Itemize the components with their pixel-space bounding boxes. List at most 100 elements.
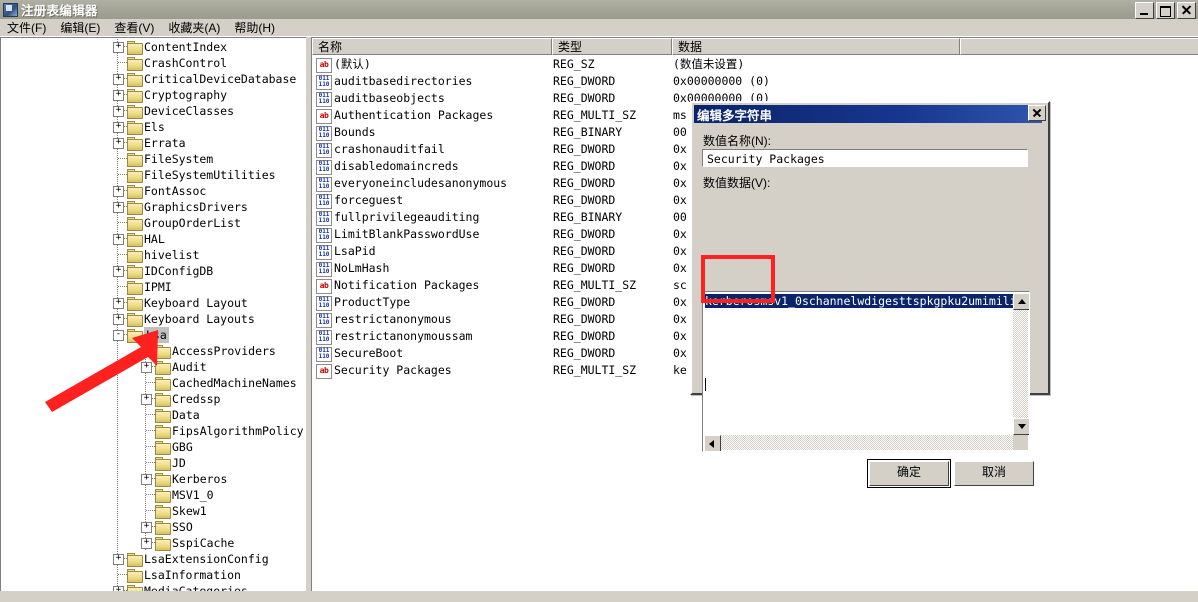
tree-expand-icon[interactable]: + bbox=[141, 474, 152, 485]
tree-node[interactable]: + SspiCache bbox=[1, 535, 291, 551]
textarea-vertical-scrollbar[interactable] bbox=[1013, 293, 1029, 435]
textarea-horizontal-scrollbar[interactable] bbox=[704, 435, 1013, 451]
maximize-button[interactable] bbox=[1156, 2, 1175, 19]
tree-expand-icon[interactable]: + bbox=[113, 42, 124, 53]
tree-node[interactable]: + Keyboard Layouts bbox=[1, 311, 291, 327]
tree-expand-icon[interactable]: + bbox=[113, 234, 124, 245]
value-type-cell: REG_MULTI_SZ bbox=[553, 278, 637, 292]
tree-node[interactable]: + Cryptography bbox=[1, 87, 291, 103]
tree-node[interactable]: + SSO bbox=[1, 519, 291, 535]
tree-node[interactable]: Skew1 bbox=[1, 503, 291, 519]
tree-node[interactable]: + CriticalDeviceDatabase bbox=[1, 71, 296, 87]
minimize-button[interactable] bbox=[1135, 2, 1154, 19]
tree-node-label: Audit bbox=[172, 360, 207, 374]
tree-node[interactable]: + Audit bbox=[1, 359, 291, 375]
textarea-vscroll-track[interactable] bbox=[1013, 308, 1028, 420]
registry-editor-icon bbox=[2, 2, 18, 17]
value-data-textarea[interactable]: kerberosmsv1_0schannelwdigesttspkgpku2um… bbox=[702, 291, 1030, 452]
tree-guide-line bbox=[146, 430, 155, 431]
cancel-button[interactable]: 取消 bbox=[954, 461, 1034, 486]
tree-node[interactable]: + FontAssoc bbox=[1, 183, 291, 199]
tree-expand-icon[interactable]: + bbox=[113, 186, 124, 197]
tree-expand-icon[interactable]: + bbox=[113, 314, 124, 325]
dialog-close-icon[interactable] bbox=[1028, 105, 1046, 121]
textarea-scroll-up-button[interactable] bbox=[1013, 293, 1029, 310]
tree-node[interactable]: + IDConfigDB bbox=[1, 263, 291, 279]
value-data-line: wdigest bbox=[857, 294, 906, 308]
tree-node[interactable]: JD bbox=[1, 455, 291, 471]
tree-node[interactable]: hivelist bbox=[1, 247, 291, 263]
tree-guide-line bbox=[117, 423, 118, 439]
string-value-icon: ab bbox=[316, 109, 332, 124]
tree-node[interactable]: CrashControl bbox=[1, 55, 291, 71]
tree-node[interactable]: FileSystem bbox=[1, 151, 291, 167]
column-header[interactable]: 名称 bbox=[312, 38, 552, 55]
tree-node[interactable]: - Lsa bbox=[1, 327, 291, 343]
value-data-line bbox=[705, 308, 1024, 322]
tree-guide-line bbox=[146, 494, 155, 495]
dword-value-icon: 011 110 bbox=[316, 126, 332, 141]
tree-guide-line bbox=[117, 455, 118, 471]
tree-node[interactable]: IPMI bbox=[1, 279, 291, 295]
value-data-line: msv1_0 bbox=[760, 294, 802, 308]
menu-view[interactable]: 查看(V) bbox=[107, 18, 161, 38]
textarea-scroll-left-button[interactable] bbox=[704, 435, 721, 451]
ok-button[interactable]: 确定 bbox=[867, 459, 951, 488]
tree-expand-icon[interactable]: + bbox=[113, 122, 124, 133]
tree-expand-icon[interactable]: + bbox=[141, 522, 152, 533]
tree-expand-icon[interactable]: + bbox=[113, 106, 124, 117]
tree-node[interactable]: GroupOrderList bbox=[1, 215, 291, 231]
tree-node-label: Credssp bbox=[172, 392, 221, 406]
registry-tree-pane[interactable]: + ContentIndex CrashControl + CriticalDevice… bbox=[0, 37, 308, 593]
tree-node[interactable]: + Credssp bbox=[1, 391, 291, 407]
tree-node[interactable]: + Els bbox=[1, 119, 291, 135]
menu-edit[interactable]: 编辑(E) bbox=[53, 18, 107, 38]
tree-node[interactable]: + ContentIndex bbox=[1, 39, 291, 55]
tree-node[interactable]: + HAL bbox=[1, 231, 291, 247]
close-icon[interactable] bbox=[1177, 2, 1196, 19]
textarea-scroll-down-button[interactable] bbox=[1013, 418, 1029, 435]
tree-expand-icon[interactable]: + bbox=[113, 74, 124, 85]
value-type-cell: REG_BINARY bbox=[553, 210, 623, 224]
tree-expand-icon[interactable]: + bbox=[113, 266, 124, 277]
table-row[interactable]: 011 110 auditbasedirectories REG_DWORD 0x000… bbox=[312, 73, 1198, 90]
table-row[interactable]: ab (默认) REG_SZ (数值未设置) bbox=[312, 56, 1198, 73]
tree-expand-icon[interactable]: + bbox=[113, 554, 124, 565]
menu-help[interactable]: 帮助(H) bbox=[227, 18, 282, 38]
tree-node[interactable]: + Keyboard Layout bbox=[1, 295, 291, 311]
value-data-cell: 0x bbox=[673, 312, 687, 326]
tree-expand-icon[interactable]: + bbox=[141, 538, 152, 549]
tree-node[interactable]: CachedMachineNames bbox=[1, 375, 297, 391]
tree-expand-icon[interactable]: + bbox=[113, 90, 124, 101]
value-name-cell: Bounds bbox=[334, 125, 376, 139]
folder-icon bbox=[155, 441, 171, 455]
tree-node[interactable]: Data bbox=[1, 407, 291, 423]
textarea-hscroll-track[interactable] bbox=[719, 435, 1013, 450]
tree-node[interactable]: MSV1_0 bbox=[1, 487, 291, 503]
tree-expand-icon[interactable]: + bbox=[141, 394, 152, 405]
tree-expand-icon[interactable]: + bbox=[113, 138, 124, 149]
menu-file[interactable]: 文件(F) bbox=[0, 18, 53, 38]
tree-node[interactable]: + Errata bbox=[1, 135, 291, 151]
tree-expand-icon[interactable]: + bbox=[113, 202, 124, 213]
tree-expand-icon[interactable]: + bbox=[141, 362, 152, 373]
tree-node[interactable]: + DeviceClasses bbox=[1, 103, 291, 119]
statusbar bbox=[0, 591, 1198, 602]
tree-node[interactable]: AccessProviders bbox=[1, 343, 291, 359]
tree-node[interactable]: + Kerberos bbox=[1, 471, 291, 487]
value-data-cell: 0x bbox=[673, 346, 687, 360]
value-name-input[interactable]: Security Packages bbox=[702, 149, 1028, 167]
tree-node[interactable]: FipsAlgorithmPolicy bbox=[1, 423, 304, 439]
tree-expand-icon[interactable]: + bbox=[113, 298, 124, 309]
tree-node[interactable]: + GraphicsDrivers bbox=[1, 199, 291, 215]
tree-guide-line bbox=[145, 343, 146, 359]
tree-node[interactable]: LsaInformation bbox=[1, 567, 291, 583]
column-header[interactable]: 数据 bbox=[672, 38, 960, 55]
menu-favorites[interactable]: 收藏夹(A) bbox=[161, 18, 227, 38]
tree-collapse-icon[interactable]: - bbox=[113, 330, 124, 341]
registry-tree: + ContentIndex CrashControl + CriticalDevice… bbox=[1, 39, 304, 592]
tree-node[interactable]: GBG bbox=[1, 439, 291, 455]
tree-node[interactable]: FileSystemUtilities bbox=[1, 167, 291, 183]
column-header[interactable]: 类型 bbox=[552, 38, 672, 55]
tree-node[interactable]: + LsaExtensionConfig bbox=[1, 551, 291, 567]
